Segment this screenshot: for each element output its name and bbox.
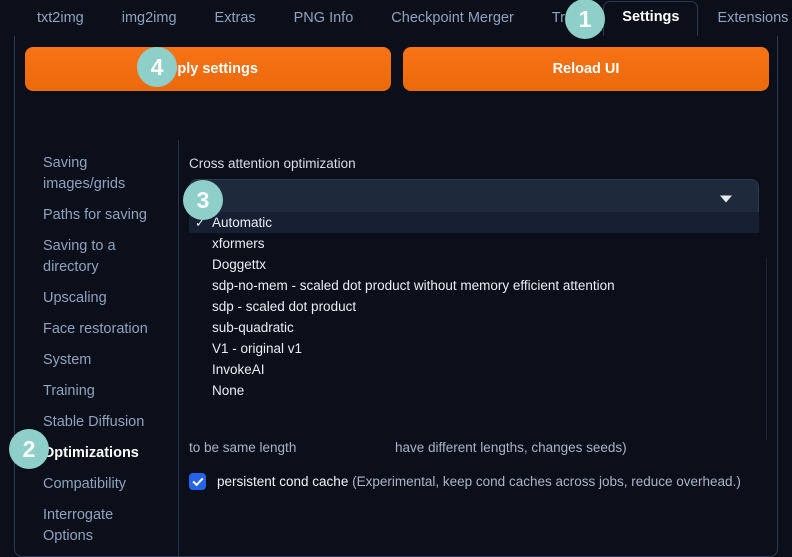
settings-panel: Apply settings Reload UI Saving images/g… [14,35,778,557]
dropdown-option[interactable]: xformers [189,233,759,254]
settings-body: Saving images/gridsPaths for savingSavin… [15,140,778,557]
sidebar-item-face-restoration[interactable]: Face restoration [43,314,163,345]
persistent-cond-cache-checkbox[interactable] [189,473,206,490]
dropdown-option-label: xformers [212,236,265,251]
settings-content: Cross attention optimization ✓Automatic x… [179,140,778,557]
reload-ui-button[interactable]: Reload UI [403,47,769,91]
cross-attention-optimization-dropdown[interactable]: ✓Automatic xformers Doggettx sdp-no-mem - s… [189,212,759,403]
obscured-left-text: to be same length [189,440,395,456]
dropdown-option[interactable]: ✓Automatic [189,212,759,233]
tab-txt2img[interactable]: txt2img [18,2,103,36]
tab-img2img[interactable]: img2img [103,2,196,36]
tab-bar: txt2imgimg2imgExtrasPNG InfoCheckpoint M… [0,0,792,36]
content-divider-rule [766,258,767,440]
dropdown-option[interactable]: Doggettx [189,254,759,275]
dropdown-option-label: Automatic [212,215,272,230]
cross-attention-optimization-label: Cross attention optimization [189,156,759,172]
dropdown-option-label: Doggettx [212,257,266,272]
tab-extras[interactable]: Extras [196,2,275,36]
obscured-settings-row: to be same length have different lengths… [189,440,759,456]
dropdown-option[interactable]: sdp - scaled dot product [189,296,759,317]
sidebar-item-paths-for-saving[interactable]: Paths for saving [43,200,163,231]
dropdown-option-label: V1 - original v1 [212,341,302,356]
dropdown-option-label: InvokeAI [212,362,265,377]
checkmark-icon: ✓ [195,215,212,230]
checkbox-hint: (Experimental, keep cond caches across j… [352,474,741,489]
dropdown-option[interactable]: None [189,380,759,401]
sidebar-item-stable-diffusion[interactable]: Stable Diffusion [43,407,163,438]
persistent-cond-cache-row[interactable]: persistent cond cache (Experimental, kee… [189,473,741,490]
sidebar-item-compatibility[interactable]: Compatibility [43,469,163,500]
sidebar-item-training[interactable]: Training [43,376,163,407]
obscured-right-text: have different lengths, changes seeds) [395,440,627,456]
persistent-cond-cache-label: persistent cond cache (Experimental, kee… [217,474,741,489]
dropdown-option[interactable]: V1 - original v1 [189,338,759,359]
dropdown-option-label: sdp-no-mem - scaled dot product without … [212,278,615,293]
sidebar-item-saving-to-a-directory[interactable]: Saving to a directory [43,231,163,283]
sidebar-item-upscaling[interactable]: Upscaling [43,283,163,314]
dropdown-option-label: None [212,383,244,398]
tab-checkpoint-merger[interactable]: Checkpoint Merger [372,2,533,36]
tab-train[interactable]: Train [533,2,604,36]
dropdown-option[interactable]: sub-quadratic [189,317,759,338]
dropdown-option-label: sdp - scaled dot product [212,299,356,314]
dropdown-option[interactable]: sdp-no-mem - scaled dot product without … [189,275,759,296]
action-button-row: Apply settings Reload UI [25,47,769,91]
tab-extensions[interactable]: Extensions [698,2,792,36]
sidebar-item-saving-images-grids[interactable]: Saving images/grids [43,148,163,200]
sidebar-item-system[interactable]: System [43,345,163,376]
chevron-down-icon [720,196,732,203]
tab-png-info[interactable]: PNG Info [275,2,373,36]
sidebar-item-interrogate-options[interactable]: Interrogate Options [43,500,163,552]
tab-settings[interactable]: Settings [603,1,698,36]
sidebar-item-optimizations[interactable]: Optimizations [43,438,163,469]
settings-sidebar: Saving images/gridsPaths for savingSavin… [15,140,179,557]
checkbox-name: persistent cond cache [217,474,348,489]
dropdown-option[interactable]: InvokeAI [189,359,759,380]
apply-settings-button[interactable]: Apply settings [25,47,391,91]
dropdown-option-label: sub-quadratic [212,320,294,335]
